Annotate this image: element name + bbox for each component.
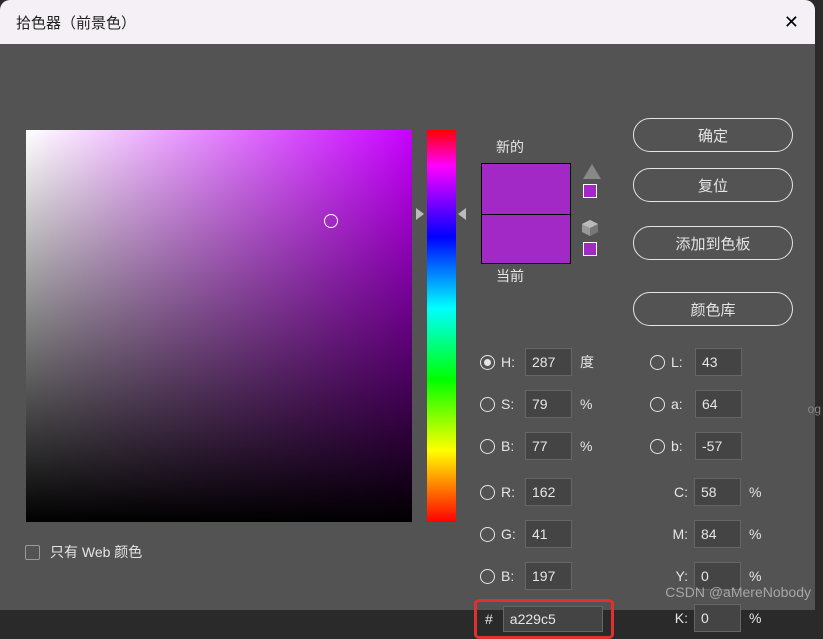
gamut-warning-swatch[interactable] <box>583 184 597 198</box>
field-h: H: 度 <box>480 348 594 376</box>
radio-h[interactable] <box>480 355 495 370</box>
hex-row: # <box>474 599 614 639</box>
field-a: a: <box>650 390 742 418</box>
label-h: H: <box>501 354 525 370</box>
label-s: S: <box>501 396 525 412</box>
gamut-warning-icon[interactable] <box>583 164 601 179</box>
close-icon[interactable]: ✕ <box>784 12 799 33</box>
radio-l[interactable] <box>650 355 665 370</box>
bg-text: og <box>808 402 821 416</box>
hex-input[interactable] <box>503 606 603 632</box>
input-h[interactable] <box>525 348 572 376</box>
color-preview <box>481 163 571 264</box>
unit-s: % <box>580 396 592 412</box>
hue-arrow-left-icon[interactable] <box>416 208 424 220</box>
dialog-body: 新的 当前 确定 复位 添加到色板 颜色库 H: 度 S <box>0 44 815 610</box>
radio-bc[interactable] <box>480 569 495 584</box>
input-l[interactable] <box>695 348 742 376</box>
label-k: K: <box>668 610 688 626</box>
field-l: L: <box>650 348 742 376</box>
label-y: Y: <box>668 568 688 584</box>
hex-label: # <box>485 611 493 627</box>
label-m: M: <box>668 526 688 542</box>
webcolor-row: 只有 Web 颜色 <box>25 542 142 562</box>
input-lab-b[interactable] <box>695 432 742 460</box>
webcolor-checkbox[interactable] <box>25 545 40 560</box>
label-a: a: <box>671 396 695 412</box>
field-r: R: <box>480 478 572 506</box>
label-current: 当前 <box>496 266 524 286</box>
input-a[interactable] <box>695 390 742 418</box>
titlebar[interactable]: 拾色器（前景色） ✕ <box>0 0 815 44</box>
radio-a[interactable] <box>650 397 665 412</box>
label-bv: B: <box>501 438 525 454</box>
radio-r[interactable] <box>480 485 495 500</box>
field-g: G: <box>480 520 572 548</box>
websafe-swatch[interactable] <box>583 242 597 256</box>
reset-button[interactable]: 复位 <box>633 168 793 202</box>
input-g[interactable] <box>525 520 572 548</box>
field-s: S: % <box>480 390 592 418</box>
label-g: G: <box>501 526 525 542</box>
unit-y: % <box>749 568 761 584</box>
webcolor-label: 只有 Web 颜色 <box>50 542 142 562</box>
input-bv[interactable] <box>525 432 572 460</box>
saturation-cursor[interactable] <box>324 214 338 228</box>
websafe-warning-icon[interactable] <box>582 220 598 236</box>
input-s[interactable] <box>525 390 572 418</box>
unit-m: % <box>749 526 761 542</box>
label-bc: B: <box>501 568 525 584</box>
label-new: 新的 <box>496 137 524 157</box>
dialog-title: 拾色器（前景色） <box>16 12 136 33</box>
field-lab-b: b: <box>650 432 742 460</box>
input-r[interactable] <box>525 478 572 506</box>
radio-g[interactable] <box>480 527 495 542</box>
ok-button[interactable]: 确定 <box>633 118 793 152</box>
field-k: K: % <box>668 604 761 632</box>
unit-h: 度 <box>580 352 594 372</box>
preview-current-color[interactable] <box>481 214 571 265</box>
label-lab-b: b: <box>671 438 695 454</box>
hue-slider[interactable] <box>427 130 456 522</box>
label-l: L: <box>671 354 695 370</box>
hue-arrow-right-icon[interactable] <box>458 208 466 220</box>
add-swatch-button[interactable]: 添加到色板 <box>633 226 793 260</box>
radio-s[interactable] <box>480 397 495 412</box>
field-c: C: % <box>668 478 761 506</box>
input-bc[interactable] <box>525 562 572 590</box>
watermark: CSDN @aMereNobody <box>665 584 811 600</box>
field-bc: B: <box>480 562 572 590</box>
radio-bv[interactable] <box>480 439 495 454</box>
saturation-field[interactable] <box>26 130 412 522</box>
color-libraries-button[interactable]: 颜色库 <box>633 292 793 326</box>
input-m[interactable] <box>694 520 741 548</box>
input-k[interactable] <box>694 604 741 632</box>
field-m: M: % <box>668 520 761 548</box>
label-c: C: <box>668 484 688 500</box>
color-picker-dialog: 拾色器（前景色） ✕ 新的 当前 确定 复位 添加到色板 颜色库 H: <box>0 0 815 610</box>
input-c[interactable] <box>694 478 741 506</box>
field-bv: B: % <box>480 432 592 460</box>
unit-bv: % <box>580 438 592 454</box>
unit-c: % <box>749 484 761 500</box>
radio-lab-b[interactable] <box>650 439 665 454</box>
label-r: R: <box>501 484 525 500</box>
unit-k: % <box>749 610 761 626</box>
preview-new-color[interactable] <box>481 163 571 214</box>
